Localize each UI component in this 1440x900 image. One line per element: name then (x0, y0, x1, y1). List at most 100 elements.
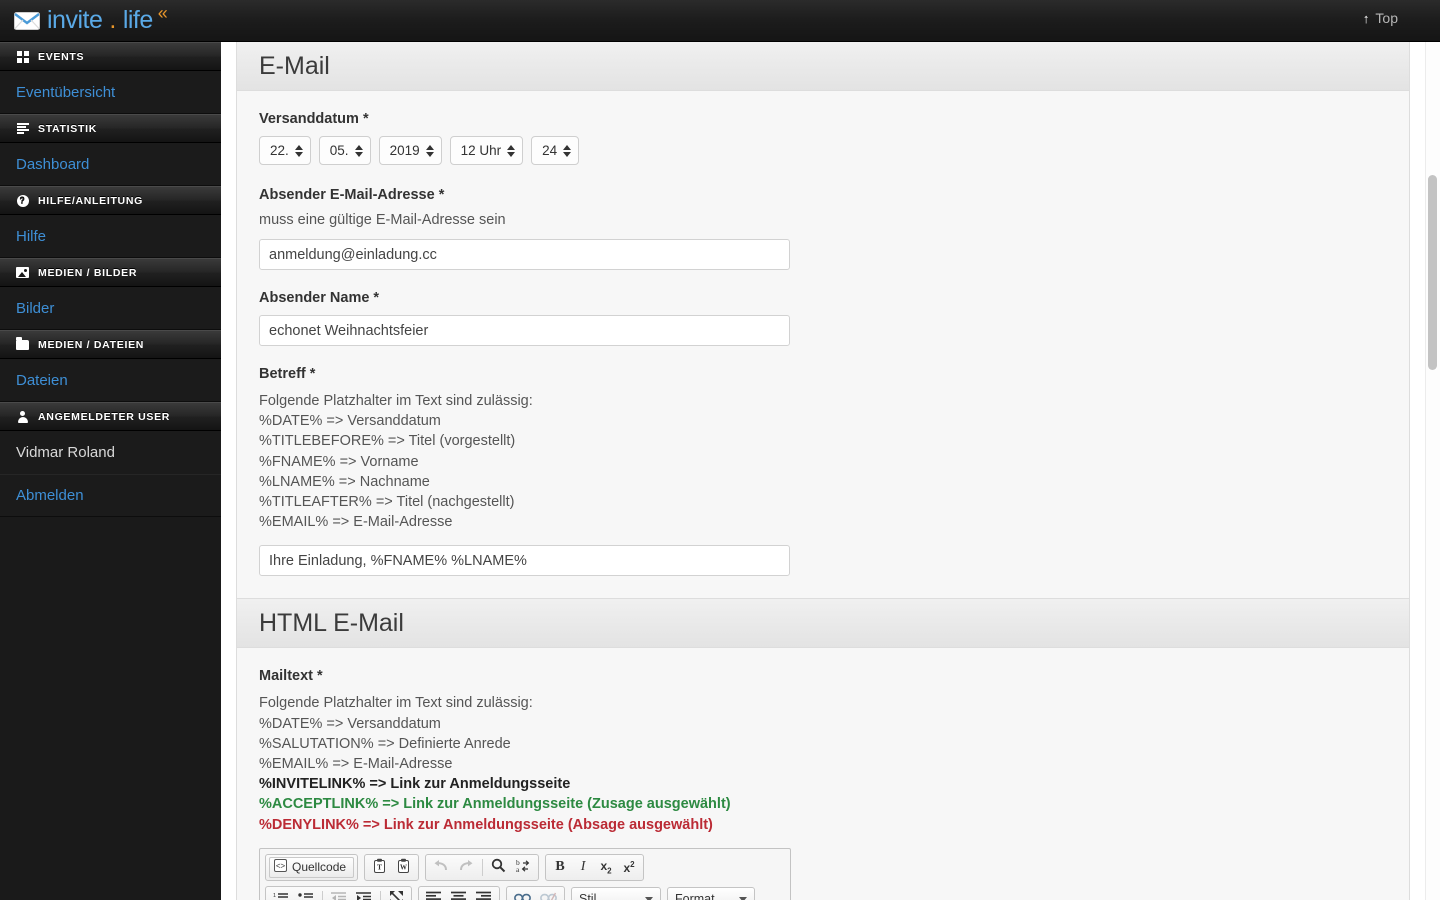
italic-icon: I (580, 859, 586, 875)
svg-text:<>: <> (276, 862, 286, 871)
redo-arrow-icon (458, 859, 474, 876)
year-value: 2019 (389, 143, 420, 158)
source-button-label: Quellcode (292, 860, 347, 875)
mailtext-label: Mailtext * (259, 668, 323, 685)
indent-button[interactable] (352, 889, 376, 900)
current-user-name: Vidmar Roland (16, 444, 115, 461)
absender-name-label: Absender Name * (259, 290, 380, 306)
spinner-arrows-icon[interactable] (294, 144, 303, 157)
redo-button[interactable] (454, 857, 478, 878)
hour-value: 12 Uhr (460, 143, 502, 158)
format-select[interactable]: Format (667, 886, 755, 900)
sidebar-group-label: MEDIEN / BILDER (38, 266, 138, 279)
toolbar-separator (322, 890, 323, 900)
mailtext-placeholder-help: Folgende Platzhalter im Text sind zuläss… (259, 693, 1387, 834)
html-email-panel-title: HTML E-Mail (237, 599, 1409, 649)
placeholder-line-acceptlink: %ACCEPTLINK% => Link zur Anmeldungsseite… (259, 796, 731, 813)
absender-email-input[interactable] (259, 239, 790, 270)
day-value: 22. (270, 143, 289, 158)
month-value: 05. (329, 143, 349, 158)
sidebar-group-label: MEDIEN / DATEIEN (38, 338, 145, 351)
editor-toolbar-row-1: <> Quellcode T W b a B I x2 x2 (260, 849, 790, 881)
scroll-to-top-label: Top (1375, 10, 1398, 26)
sidebar-item-abmelden[interactable]: Abmelden (0, 474, 221, 517)
bulleted-list-button[interactable] (294, 889, 318, 900)
maximize-icon (389, 890, 404, 900)
align-right-button[interactable] (472, 889, 496, 900)
app-logo[interactable]: invite. life « (14, 3, 169, 35)
sidebar-item-bilder[interactable]: Bilder (0, 287, 221, 330)
spinner-arrows-icon[interactable] (425, 144, 434, 157)
sidebar-current-user: Vidmar Roland (0, 431, 221, 474)
style-select[interactable]: Stil (571, 886, 661, 900)
toolbar-group-basicstyles: B I x2 x2 (545, 853, 645, 881)
paste-as-plain-text-button[interactable]: T (368, 857, 391, 878)
top-bar: invite. life « ↑ Top (0, 0, 1440, 42)
subscript-button[interactable]: x2 (595, 857, 617, 878)
month-spinner[interactable]: 05. (318, 136, 371, 165)
spinner-arrows-icon[interactable] (354, 144, 363, 157)
page-scrollbar-thumb[interactable] (1428, 175, 1437, 370)
insert-link-button[interactable] (510, 889, 535, 900)
unlink-button[interactable] (536, 889, 561, 900)
sidebar-group-events: EVENTS (0, 42, 221, 71)
magnifier-icon (491, 858, 506, 876)
align-right-icon (476, 891, 492, 900)
minute-spinner[interactable]: 24 (531, 136, 580, 165)
sidebar-item-dateien[interactable]: Dateien (0, 359, 221, 402)
logo-wave-mark: « (157, 3, 168, 23)
absender-name-input[interactable] (259, 315, 790, 346)
spinner-arrows-icon[interactable] (563, 144, 572, 157)
placeholder-line: %TITLEBEFORE% => Titel (vorgestellt) (259, 433, 516, 450)
sidebar-item-dashboard[interactable]: Dashboard (0, 143, 221, 186)
betreff-input[interactable] (259, 545, 790, 577)
italic-button[interactable]: I (572, 857, 594, 878)
scroll-to-top-link[interactable]: ↑ Top (1363, 10, 1398, 26)
user-icon (16, 410, 29, 423)
sidebar-item-hilfe[interactable]: Hilfe (0, 215, 221, 258)
maximize-button[interactable] (385, 889, 408, 900)
betreff-label: Betreff * (259, 366, 316, 382)
placeholder-line: %EMAIL% => E-Mail-Adresse (259, 756, 453, 773)
help-icon: ? (16, 194, 29, 207)
paste-from-word-button[interactable]: W (392, 857, 415, 878)
folder-icon (16, 337, 29, 351)
numbered-list-button[interactable]: 12 (269, 889, 293, 900)
sidebar-item-label: Bilder (16, 299, 55, 317)
sidebar-group-hilfe: ? HILFE/ANLEITUNG (0, 186, 221, 215)
align-left-button[interactable] (422, 889, 446, 900)
day-spinner[interactable]: 22. (259, 136, 311, 165)
versanddatum-spinners: 22. 05. 2019 12 Uhr 24 (259, 136, 1387, 165)
sidebar-item-label: Abmelden (16, 487, 84, 504)
svg-text:T: T (377, 862, 382, 871)
link-icon (514, 892, 531, 900)
undo-button[interactable] (429, 857, 453, 878)
sidebar-group-angemeldeter-user: ANGEMELDETER USER (0, 402, 221, 431)
spinner-arrows-icon[interactable] (507, 144, 516, 157)
placeholder-intro: Folgende Platzhalter im Text sind zuläss… (259, 695, 533, 712)
absender-email-label: Absender E-Mail-Adresse * (259, 187, 445, 203)
find-button[interactable] (487, 857, 510, 878)
numbered-list-icon: 12 (273, 891, 289, 900)
sidebar-item-eventubersicht[interactable]: Eventübersicht (0, 71, 221, 114)
svg-text:W: W (400, 863, 407, 871)
source-button[interactable]: <> Quellcode (269, 856, 355, 878)
outdent-button[interactable] (327, 889, 351, 900)
year-spinner[interactable]: 2019 (378, 136, 442, 165)
placeholder-line-invitelink: %INVITELINK% => Link zur Anmeldungsseite (259, 776, 571, 793)
align-center-button[interactable] (447, 889, 471, 900)
logo-text-life: life (122, 6, 153, 34)
page-scrollbar-track[interactable] (1425, 42, 1440, 900)
minute-value: 24 (542, 143, 558, 158)
editor-toolbar-row-2: 12 (260, 881, 790, 900)
clipboard-text-icon: T (372, 858, 387, 877)
replace-button[interactable]: ba (511, 857, 535, 878)
superscript-button[interactable]: x2 (618, 857, 640, 878)
hour-spinner[interactable]: 12 Uhr (449, 136, 524, 165)
bold-button[interactable]: B (549, 857, 571, 878)
subscript-icon: x2 (600, 859, 612, 876)
bulleted-list-icon (298, 891, 314, 900)
sidebar-item-label: Dashboard (16, 155, 90, 173)
html-email-panel: HTML E-Mail Mailtext * Folgende Platzhal… (236, 599, 1410, 900)
placeholder-line: %FNAME% => Vorname (259, 453, 419, 470)
